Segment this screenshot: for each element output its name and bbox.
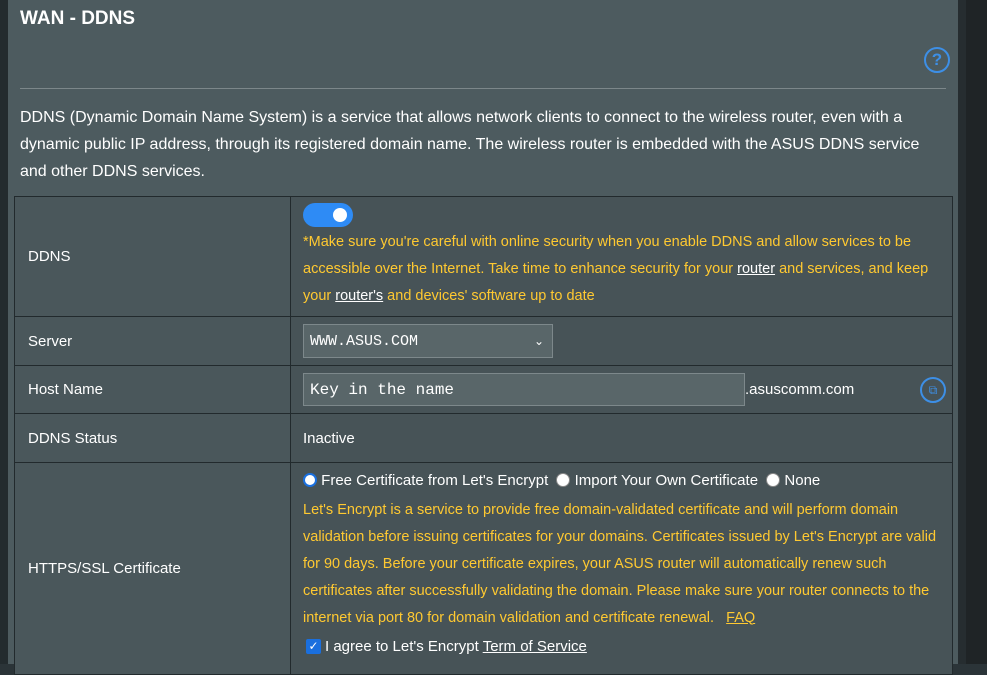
row-hostname: Host Name Key in the name .asuscomm.com ⧉: [14, 365, 953, 414]
security-warning: *Make sure you're careful with online se…: [303, 234, 929, 304]
row-status: DDNS Status Inactive: [14, 413, 953, 463]
chevron-down-icon: ⌄: [533, 335, 544, 349]
router-link[interactable]: router: [737, 261, 775, 277]
lets-encrypt-info: Let's Encrypt is a service to provide fr…: [303, 501, 937, 626]
page-description: DDNS (Dynamic Domain Name System) is a s…: [20, 109, 920, 180]
https-label: HTTPS/SSL Certificate: [14, 462, 291, 675]
radio-lets-encrypt[interactable]: [303, 473, 317, 488]
right-edge: [958, 0, 966, 664]
radio-none[interactable]: [766, 473, 781, 488]
copy-icon[interactable]: ⧉: [920, 377, 946, 403]
toggle-knob: [333, 208, 347, 222]
ddns-panel: WAN - DDNS ? DDNS (Dynamic Domain Name S…: [8, 0, 958, 675]
divider: [20, 88, 946, 89]
left-edge: [0, 0, 8, 664]
status-label: DDNS Status: [14, 413, 291, 463]
help-icon[interactable]: ?: [924, 47, 950, 73]
ddns-toggle[interactable]: [303, 203, 353, 227]
hostname-label: Host Name: [14, 365, 291, 414]
faq-link[interactable]: FAQ: [726, 610, 755, 626]
router-software-link[interactable]: router's: [335, 288, 383, 304]
radio-import-own[interactable]: [556, 473, 571, 488]
server-select[interactable]: WWW.ASUS.COM ⌄: [303, 324, 553, 358]
page-title: WAN - DDNS: [20, 8, 136, 29]
ddns-label: DDNS: [14, 196, 291, 317]
agree-checkbox[interactable]: ✓: [306, 639, 321, 655]
row-server: Server WWW.ASUS.COM ⌄: [14, 316, 953, 366]
ddns-form-table: DDNS *Make sure you're careful with onli…: [14, 196, 953, 675]
row-https: HTTPS/SSL Certificate Free Certificate f…: [14, 462, 953, 675]
server-label: Server: [14, 316, 291, 366]
scroll-area: [966, 0, 987, 664]
agree-text: I agree to Let's Encrypt: [325, 637, 479, 655]
ddns-status-value: Inactive: [290, 413, 953, 463]
row-ddns: DDNS *Make sure you're careful with onli…: [14, 196, 953, 317]
agree-row: ✓ I agree to Let's Encrypt Term of Servic…: [303, 638, 952, 662]
hostname-input[interactable]: Key in the name: [303, 373, 745, 406]
hostname-suffix: .asuscomm.com: [745, 381, 855, 398]
certificate-options: Free Certificate from Let's Encrypt Impo…: [303, 471, 952, 489]
term-of-service-link[interactable]: Term of Service: [483, 638, 587, 655]
